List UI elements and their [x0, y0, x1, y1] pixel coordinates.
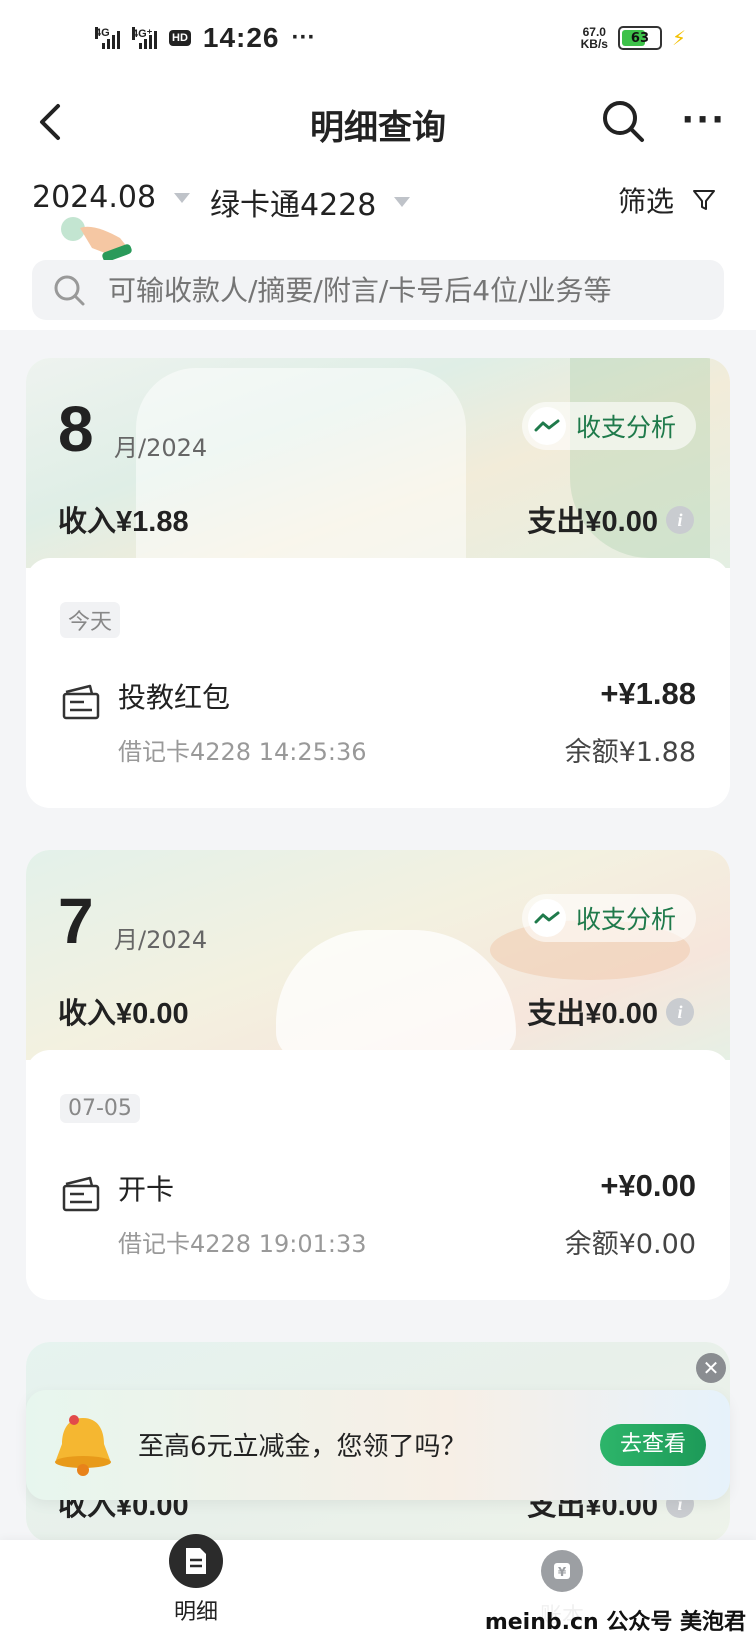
dropdown-arrow-icon [174, 192, 191, 203]
tap-hint-hand-icon [61, 217, 132, 262]
month-summary: 7 月/2024 收支分析 收入¥0.00 支出¥0.00 i [26, 850, 730, 1060]
analysis-button[interactable]: 收支分析 [521, 402, 696, 450]
receipt-icon [62, 1176, 100, 1212]
signal-icon-2: 4G⁺ [132, 27, 157, 49]
search-box[interactable] [32, 260, 724, 320]
search-icon [54, 275, 85, 306]
filter-funnel-icon [693, 190, 715, 210]
transaction-list: 今天 投教红包 借记卡4228 14:25:36 +¥1.88 余额¥1.88 [26, 558, 730, 808]
transaction-amount: +¥1.88 [600, 676, 696, 711]
network-speed: 67.0 KB/s [580, 25, 608, 51]
signal-icon: 4G [95, 27, 120, 49]
bell-icon [55, 1415, 111, 1476]
promo-banner[interactable]: 至高6元立减金，您领了吗？ 去查看 [26, 1390, 730, 1500]
month-number: 7 [58, 885, 94, 957]
info-icon[interactable]: i [666, 998, 694, 1026]
promo-text: 至高6元立减金，您领了吗？ [138, 1432, 467, 1462]
transaction-balance: 余额¥1.88 [564, 737, 696, 768]
income-total: 收入¥0.00 [58, 998, 189, 1030]
transaction-name: 开卡 [118, 1173, 175, 1206]
cat-illustration [276, 930, 516, 1060]
date-tag: 今天 [60, 602, 121, 638]
close-promo-button[interactable]: ✕ [696, 1353, 726, 1383]
transaction-balance: 余额¥0.00 [564, 1229, 696, 1260]
more-options-icon[interactable]: ··· [681, 100, 726, 140]
search-icon[interactable] [600, 98, 646, 144]
ledger-icon: ¥ [541, 1550, 583, 1592]
receipt-icon [62, 684, 100, 720]
dropdown-arrow-icon [394, 197, 411, 207]
info-icon[interactable]: i [666, 506, 694, 534]
view-promo-button[interactable]: 去查看 [600, 1424, 706, 1466]
hd-icon: HD [169, 30, 191, 46]
svg-text:¥: ¥ [558, 1565, 567, 1579]
document-icon [169, 1534, 223, 1588]
analysis-button[interactable]: 收支分析 [521, 894, 696, 942]
watermark: meinb.cn 公众号 美泡君 [480, 1604, 750, 1636]
expense-total: 支出¥0.00 [527, 998, 658, 1030]
transaction-list: 07-05 开卡 借记卡4228 19:01:33 +¥0.00 余额¥0.00 [26, 1050, 730, 1300]
card-selector[interactable]: 绿卡通4228 [210, 180, 411, 224]
trend-icon [527, 407, 566, 445]
filter-button[interactable]: 筛选 [618, 180, 716, 220]
transaction-detail: 借记卡4228 19:01:33 [118, 1230, 367, 1258]
income-total: 收入¥1.88 [58, 506, 189, 538]
transaction-amount: +¥0.00 [600, 1168, 696, 1203]
filter-bar: 2024.08 绿卡通4228 筛选 [0, 180, 756, 330]
tab-details[interactable]: 明细 [126, 1534, 266, 1626]
clock: 14:26 [202, 22, 280, 53]
month-card-august: 8 月/2024 收支分析 收入¥1.88 支出¥0.00 i 今天 投教红包 … [26, 358, 730, 808]
battery-icon: 63 [617, 26, 662, 50]
expense-total: 支出¥0.00 [527, 506, 658, 538]
more-notifications-icon: ··· [291, 24, 316, 51]
search-input[interactable] [106, 272, 710, 308]
transaction-detail: 借记卡4228 14:25:36 [118, 738, 367, 766]
month-summary: 8 月/2024 收支分析 收入¥1.88 支出¥0.00 i [26, 358, 730, 568]
month-card-july: 7 月/2024 收支分析 收入¥0.00 支出¥0.00 i 07-05 开卡… [26, 850, 730, 1300]
date-selector[interactable]: 2024.08 [32, 180, 191, 215]
month-year-label: 月/2024 [114, 926, 208, 954]
month-number: 8 [58, 393, 94, 465]
trend-icon [527, 899, 566, 937]
status-bar: 4G 4G⁺ HD 14:26 ··· 67.0 KB/s 63 ⚡ [0, 0, 756, 80]
nav-bar: 明细查询 ··· [0, 80, 756, 180]
month-year-label: 月/2024 [114, 434, 208, 462]
date-tag: 07-05 [60, 1094, 140, 1123]
charging-icon: ⚡ [671, 26, 686, 50]
transaction-name: 投教红包 [118, 681, 231, 714]
